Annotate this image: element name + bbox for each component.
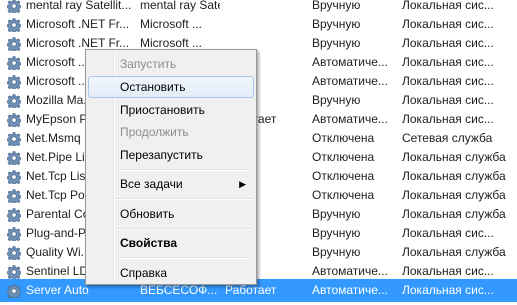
service-startup-type: Отключена — [312, 169, 375, 183]
gear-icon — [6, 189, 22, 205]
service-logon-as: Локальная сис... — [402, 283, 494, 297]
service-startup-type: Вручную — [312, 93, 361, 107]
service-logon-as: Локальная сис... — [402, 112, 494, 126]
service-description: Microsoft ... — [140, 17, 203, 31]
service-startup-type: Вручную — [312, 226, 361, 240]
service-logon-as: Локальная сис... — [402, 17, 494, 31]
chevron-right-icon: ▶ — [239, 179, 246, 189]
menu-item-pause[interactable]: Приостановить — [88, 99, 254, 121]
menu-item-restart[interactable]: Перезапустить — [88, 144, 254, 166]
service-startup-type: Автоматиче... — [312, 112, 388, 126]
service-logon-as: Локальная сис... — [402, 93, 494, 107]
service-logon-as: Локальная служба — [402, 245, 506, 259]
menu-item-properties[interactable]: Свойства — [88, 232, 254, 254]
gear-icon — [6, 170, 22, 186]
service-description: ВЕБСЕСОФ... — [140, 283, 218, 297]
service-name: Server Auto — [26, 283, 89, 297]
service-startup-type: Вручную — [312, 36, 361, 50]
menu-item-stop[interactable]: Остановить — [88, 76, 254, 98]
menu-item-start: Запустить — [120, 57, 177, 71]
gear-icon — [6, 132, 22, 148]
menu-separator — [116, 169, 252, 171]
service-startup-type: Автоматиче... — [312, 55, 388, 69]
service-name: Microsoft .NET Fr... — [26, 36, 130, 50]
service-startup-type: Отключена — [312, 188, 375, 202]
service-logon-as: Локальная сис... — [402, 226, 494, 240]
service-startup-type: Отключена — [312, 150, 375, 164]
menu-item-all-tasks[interactable]: Все задачи ▶ — [88, 173, 254, 195]
service-startup-type: Вручную — [312, 207, 361, 221]
menu-item-all-tasks-label: Все задачи — [120, 177, 183, 191]
service-startup-type: Автоматиче... — [312, 264, 388, 278]
gear-icon — [6, 265, 22, 281]
service-startup-type: Вручную — [312, 245, 361, 259]
service-logon-as: Локальная служба — [402, 169, 506, 183]
service-name: mental ray Satellit... — [26, 0, 132, 12]
menu-separator — [116, 198, 252, 200]
gear-icon — [6, 208, 22, 224]
gear-icon — [6, 246, 22, 262]
service-description: mental ray Satellit... — [140, 0, 220, 12]
service-startup-type: Автоматиче... — [312, 283, 388, 297]
service-startup-type: Вручную — [312, 17, 361, 31]
service-startup-type: Отключена — [312, 131, 375, 145]
gear-icon — [6, 56, 22, 72]
service-startup-type: Вручную — [312, 0, 361, 12]
gear-icon — [6, 227, 22, 243]
menu-item-help[interactable]: Справка — [88, 262, 254, 284]
gear-icon — [6, 94, 22, 110]
service-logon-as: Локальная сис... — [402, 0, 494, 12]
service-logon-as: Сетевая служба — [402, 131, 493, 145]
gear-icon — [6, 284, 22, 300]
service-logon-as: Локальная сис... — [402, 264, 494, 278]
menu-item-resume: Продолжить — [120, 125, 189, 139]
service-status: Работает — [225, 283, 277, 297]
service-logon-as: Локальная сис... — [402, 74, 494, 88]
gear-icon — [6, 37, 22, 53]
gear-icon — [6, 75, 22, 91]
service-logon-as: Локальная сис... — [402, 36, 494, 50]
gear-icon — [6, 151, 22, 167]
service-name: Microsoft .NET Fr... — [26, 17, 130, 31]
service-row[interactable]: Server Auto ВЕБСЕСОФ... Работает Автоматиче… — [0, 279, 517, 302]
gear-icon — [6, 0, 22, 15]
service-logon-as: Локальная служба — [402, 188, 506, 202]
menu-separator — [116, 228, 252, 230]
service-description: Microsoft ... — [140, 36, 203, 50]
service-logon-as: Локальная сис... — [402, 55, 494, 69]
menu-separator — [116, 257, 252, 259]
service-startup-type: Автоматиче... — [312, 74, 388, 88]
menu-item-refresh[interactable]: Обновить — [88, 203, 254, 225]
gear-icon — [6, 113, 22, 129]
service-logon-as: Локальная служба — [402, 207, 506, 221]
service-logon-as: Локальная служба — [402, 150, 506, 164]
context-menu: Запустить Остановить Приостановить Продо… — [85, 49, 257, 285]
gear-icon — [6, 18, 22, 34]
